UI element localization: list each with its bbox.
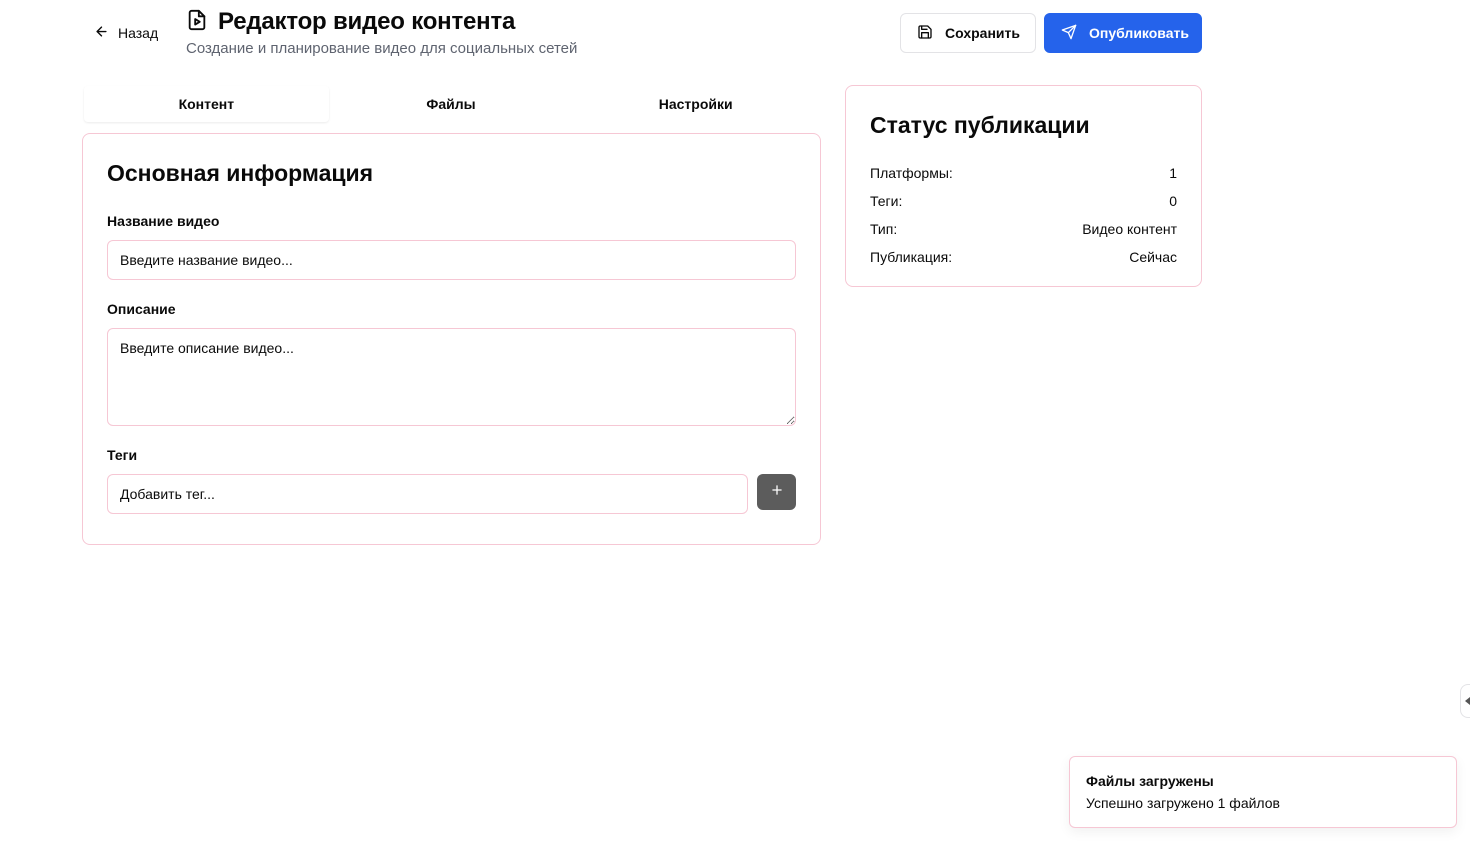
status-value: Видео контент — [1082, 221, 1177, 237]
status-row-publication: Публикация: Сейчас — [870, 243, 1177, 271]
tab-content[interactable]: Контент — [84, 86, 329, 122]
side-panel-toggle[interactable] — [1460, 684, 1470, 718]
tag-input-row — [107, 474, 796, 514]
status-label: Платформы: — [870, 165, 953, 181]
back-label: Назад — [118, 25, 159, 41]
publish-label: Опубликовать — [1089, 25, 1189, 41]
status-label: Тип: — [870, 221, 898, 237]
toast-description: Успешно загружено 1 файлов — [1086, 795, 1280, 811]
page-subtitle: Создание и планирование видео для социал… — [186, 40, 578, 57]
add-tag-button[interactable] — [757, 474, 796, 510]
tab-settings[interactable]: Настройки — [573, 86, 818, 122]
card-title: Основная информация — [107, 160, 374, 186]
status-title: Статус публикации — [870, 112, 1090, 138]
basic-info-card: Основная информация Название видео Описа… — [82, 133, 821, 545]
status-list: Платформы: 1 Теги: 0 Тип: Видео контент … — [870, 159, 1177, 271]
editor-tabs: Контент Файлы Настройки — [84, 86, 818, 122]
tags-label: Теги — [107, 447, 138, 463]
description-textarea[interactable] — [107, 328, 796, 426]
chevron-left-icon — [1462, 692, 1470, 710]
save-icon — [917, 24, 933, 43]
toast-notification[interactable]: Файлы загружены Успешно загружено 1 файл… — [1069, 756, 1457, 828]
status-row-type: Тип: Видео контент — [870, 215, 1177, 243]
page-header: Редактор видео контента Создание и плани… — [186, 8, 577, 57]
video-editor-page: Назад Редактор видео контента Создание и… — [0, 0, 1470, 843]
status-value: 0 — [1169, 193, 1177, 209]
back-button[interactable]: Назад — [86, 16, 166, 50]
toast-title: Файлы загружены — [1086, 773, 1214, 789]
status-label: Публикация: — [870, 249, 953, 265]
tab-files[interactable]: Файлы — [329, 86, 574, 122]
status-value: 1 — [1169, 165, 1177, 181]
status-row-tags: Теги: 0 — [870, 187, 1177, 215]
title-row: Редактор видео контента — [186, 8, 577, 36]
video-name-input[interactable] — [107, 240, 796, 280]
publication-status-card: Статус публикации Платформы: 1 Теги: 0 Т… — [845, 85, 1202, 287]
send-icon — [1061, 24, 1077, 43]
tag-input[interactable] — [107, 474, 748, 514]
status-row-platforms: Платформы: 1 — [870, 159, 1177, 187]
save-button[interactable]: Сохранить — [900, 13, 1036, 53]
status-label: Теги: — [870, 193, 903, 209]
status-value: Сейчас — [1129, 249, 1177, 265]
header-actions: Сохранить Опубликовать — [900, 13, 1202, 53]
publish-button[interactable]: Опубликовать — [1044, 13, 1202, 53]
save-label: Сохранить — [945, 25, 1020, 41]
arrow-left-icon — [94, 24, 109, 42]
page-title: Редактор видео контента — [218, 8, 516, 35]
file-video-icon — [186, 9, 208, 36]
video-name-label: Название видео — [107, 213, 220, 229]
plus-icon — [770, 483, 784, 502]
description-label: Описание — [107, 301, 176, 317]
